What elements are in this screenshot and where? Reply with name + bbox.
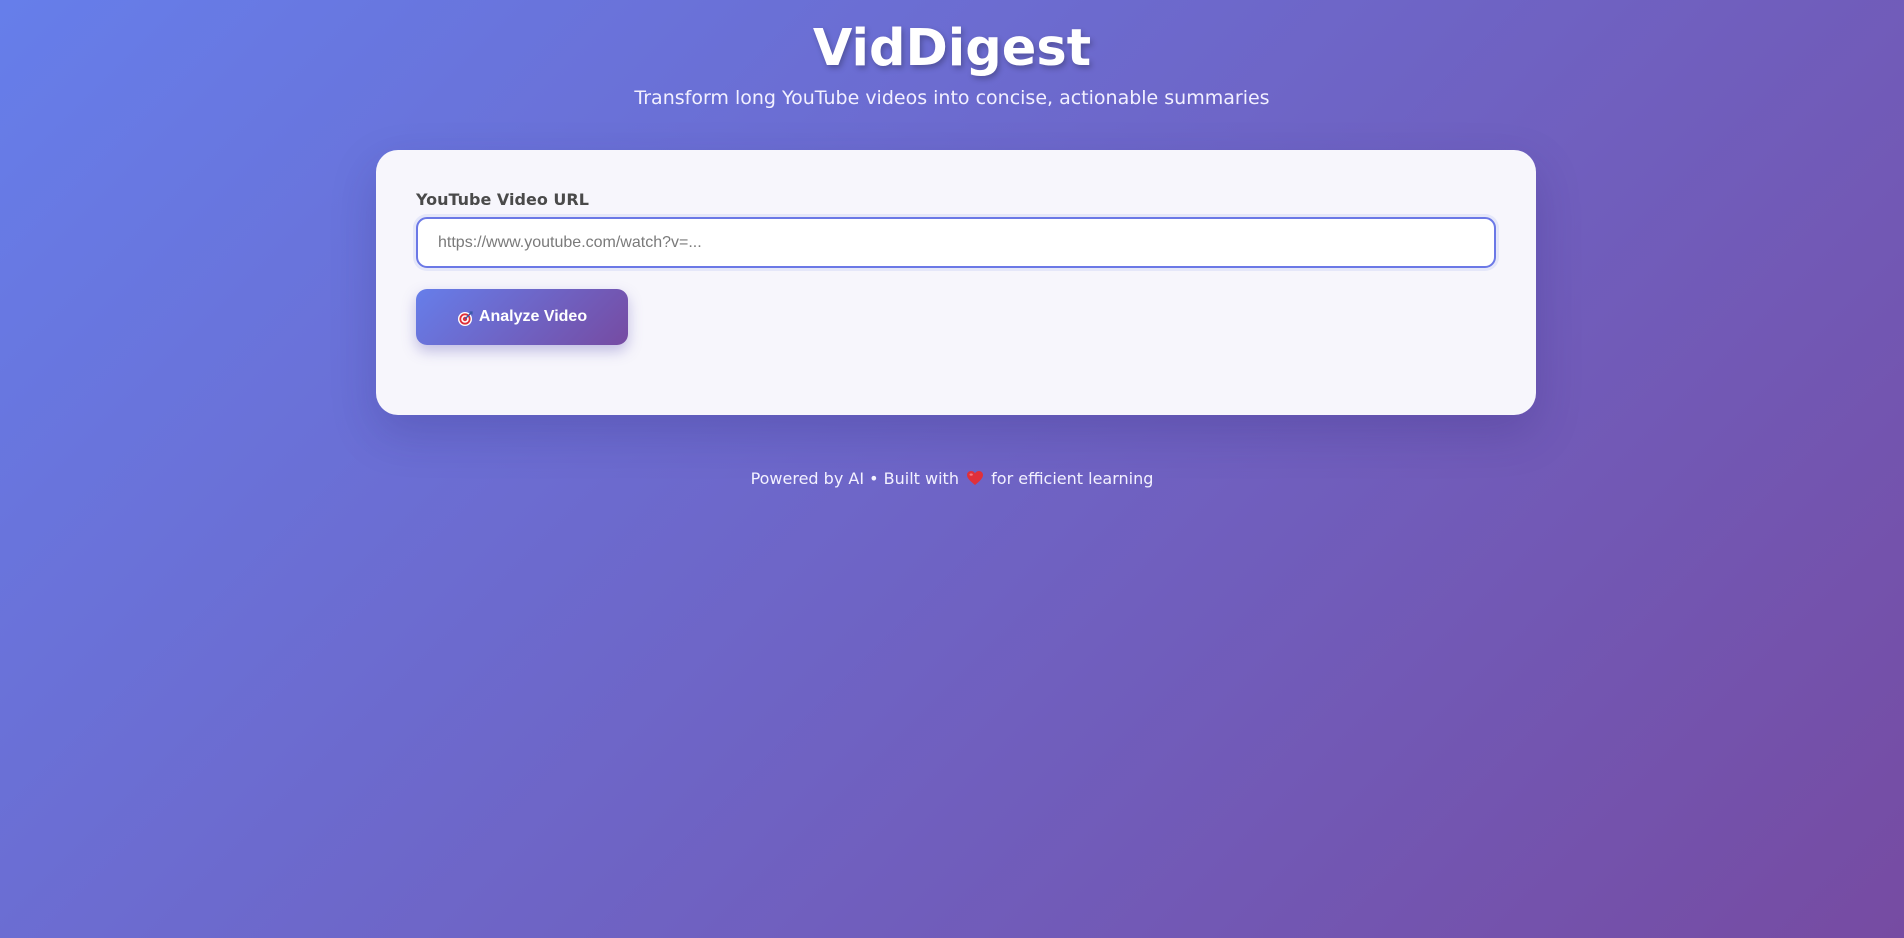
analyze-video-button[interactable]: Analyze Video	[416, 289, 628, 345]
page-header: VidDigest Transform long YouTube videos …	[0, 18, 1904, 110]
app-title: VidDigest	[812, 19, 1092, 78]
target-icon	[457, 310, 473, 327]
youtube-url-input[interactable]	[416, 217, 1496, 268]
app-subtitle: Transform long YouTube videos into conci…	[634, 87, 1270, 109]
page-footer: Powered by AI • Built with for efficient…	[0, 469, 1904, 488]
url-field-label: YouTube Video URL	[416, 190, 589, 209]
footer-text-before: Powered by AI • Built with	[750, 469, 959, 488]
heart-icon	[966, 470, 984, 486]
analyze-button-label: Analyze Video	[478, 308, 588, 325]
url-form-card: YouTube Video URL Analyze Video	[376, 150, 1536, 415]
footer-text-after: for efficient learning	[991, 469, 1154, 488]
